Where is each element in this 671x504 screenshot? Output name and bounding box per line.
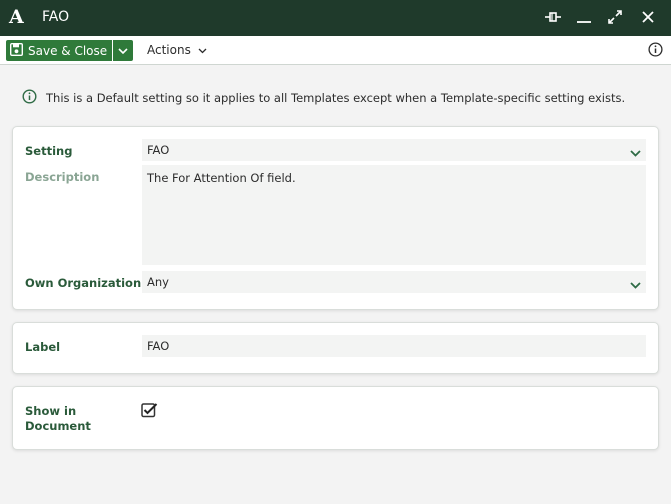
info-icon[interactable] — [648, 42, 663, 60]
toolbar: Save & Close Actions — [0, 36, 671, 65]
label-card: Label FAO — [12, 322, 659, 374]
description-value: The For Attention Of field. — [147, 171, 296, 185]
chevron-down-icon — [191, 43, 207, 57]
own-organization-select[interactable]: Any — [142, 271, 646, 293]
own-organization-value: Any — [147, 275, 169, 289]
minimize-icon[interactable] — [573, 7, 595, 27]
label-value: FAO — [147, 339, 170, 353]
close-icon[interactable] — [637, 7, 659, 27]
setting-label: Setting — [25, 144, 73, 158]
show-in-document-label-line2: Document — [25, 419, 91, 433]
save-and-close-button[interactable]: Save & Close — [6, 40, 112, 61]
label-field-label: Label — [25, 340, 61, 354]
show-in-document-checkbox[interactable] — [141, 402, 158, 421]
chevron-down-icon — [630, 278, 641, 292]
chevron-down-icon — [630, 146, 641, 160]
description-label: Description — [25, 170, 100, 184]
setting-select[interactable]: FAO — [142, 139, 646, 161]
save-options-dropdown[interactable] — [113, 40, 133, 61]
own-organization-label: Own Organization — [25, 276, 142, 290]
save-icon — [9, 42, 24, 59]
maximize-icon[interactable] — [604, 7, 626, 27]
chevron-down-icon — [118, 44, 128, 58]
show-in-document-label-line1: Show in — [25, 404, 77, 418]
title-bar: A FAO — [0, 0, 671, 36]
show-in-document-card: Show in Document — [12, 386, 659, 450]
default-setting-notice: This is a Default setting so it applies … — [22, 89, 625, 107]
setting-value: FAO — [147, 143, 170, 157]
setting-card: Setting FAO Description The For Attentio… — [12, 126, 659, 310]
app-logo: A — [9, 6, 24, 28]
actions-menu[interactable]: Actions — [147, 43, 207, 57]
window-title: FAO — [42, 9, 70, 25]
description-field: The For Attention Of field. — [142, 165, 646, 265]
notice-text: This is a Default setting so it applies … — [46, 91, 626, 105]
info-icon — [22, 89, 46, 107]
pin-icon[interactable] — [542, 7, 564, 27]
save-and-close-label: Save & Close — [28, 43, 108, 58]
label-input[interactable]: FAO — [142, 335, 646, 357]
checkbox-checked-icon — [141, 403, 158, 418]
actions-label: Actions — [147, 43, 191, 57]
